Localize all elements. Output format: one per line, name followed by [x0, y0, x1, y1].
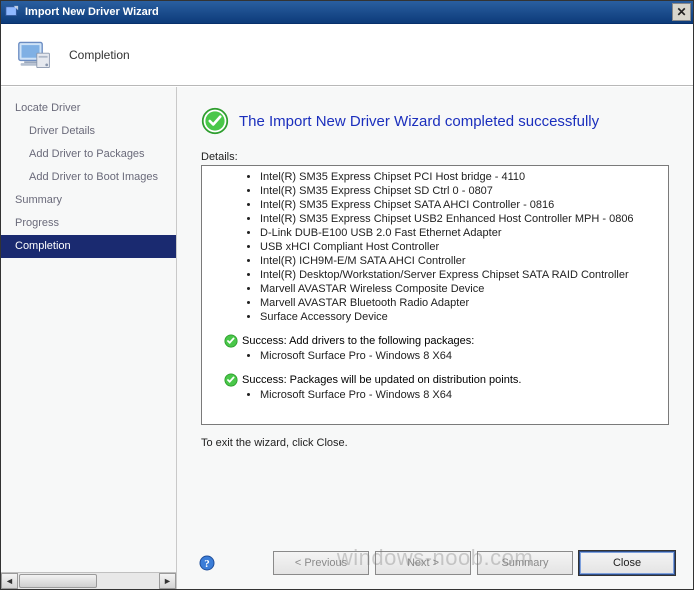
main-area: Locate Driver Driver Details Add Driver …	[1, 86, 693, 589]
close-button[interactable]: Close	[579, 551, 675, 575]
scroll-thumb[interactable]	[19, 574, 97, 588]
sidebar-scrollbar[interactable]: ◄ ►	[1, 572, 176, 589]
list-item: Intel(R) SM35 Express Chipset PCI Host b…	[260, 170, 666, 184]
help-icon[interactable]: ?	[199, 555, 215, 571]
driver-list: Intel(R) SM35 Express Chipset PCI Host b…	[204, 170, 666, 324]
success-check-icon	[201, 107, 229, 135]
sidebar-item-locate-driver[interactable]: Locate Driver	[1, 97, 176, 120]
list-item: Intel(R) Desktop/Workstation/Server Expr…	[260, 268, 666, 282]
list-item: Surface Accessory Device	[260, 310, 666, 324]
sidebar-item-label: Progress	[15, 217, 59, 229]
sidebar-item-label: Locate Driver	[15, 102, 80, 114]
status-row: Success: Packages will be updated on dis…	[224, 373, 666, 387]
wizard-header: Completion	[1, 24, 693, 86]
success-message: The Import New Driver Wizard completed s…	[239, 113, 599, 130]
wizard-content: The Import New Driver Wizard completed s…	[177, 87, 693, 589]
sidebar-item-completion[interactable]: Completion	[1, 235, 176, 258]
details-label: Details:	[201, 151, 669, 163]
wizard-title-icon	[5, 5, 19, 19]
close-icon: ✕	[676, 1, 686, 24]
sidebar-item-progress[interactable]: Progress	[1, 212, 176, 235]
previous-button: < Previous	[273, 551, 369, 575]
status-section-1: Success: Add drivers to the following pa…	[204, 334, 666, 363]
success-check-icon	[224, 334, 238, 348]
list-item: Intel(R) ICH9M-E/M SATA AHCI Controller	[260, 254, 666, 268]
list-item: Intel(R) SM35 Express Chipset USB2 Enhan…	[260, 212, 666, 226]
status-text: Success: Add drivers to the following pa…	[242, 335, 474, 347]
exit-instruction: To exit the wizard, click Close.	[201, 437, 669, 449]
list-item: Marvell AVASTAR Bluetooth Radio Adapter	[260, 296, 666, 310]
sidebar-item-add-to-packages[interactable]: Add Driver to Packages	[1, 143, 176, 166]
scroll-right-arrow-icon[interactable]: ►	[159, 573, 176, 589]
status-sub-list: Microsoft Surface Pro - Windows 8 X64	[224, 388, 666, 402]
svg-text:?: ?	[204, 558, 210, 570]
success-header: The Import New Driver Wizard completed s…	[201, 107, 669, 135]
sidebar-item-driver-details[interactable]: Driver Details	[1, 120, 176, 143]
list-item: Microsoft Surface Pro - Windows 8 X64	[260, 388, 666, 402]
status-row: Success: Add drivers to the following pa…	[224, 334, 666, 348]
list-item: USB xHCI Compliant Host Controller	[260, 240, 666, 254]
sidebar-item-label: Add Driver to Boot Images	[29, 171, 158, 183]
summary-button: Summary	[477, 551, 573, 575]
wizard-sidebar: Locate Driver Driver Details Add Driver …	[1, 87, 177, 589]
list-item: Intel(R) SM35 Express Chipset SATA AHCI …	[260, 198, 666, 212]
success-check-icon	[224, 373, 238, 387]
sidebar-item-label: Completion	[15, 240, 71, 252]
title-bar: Import New Driver Wizard ✕	[1, 1, 693, 24]
list-item: Marvell AVASTAR Wireless Composite Devic…	[260, 282, 666, 296]
list-item: Intel(R) SM35 Express Chipset SD Ctrl 0 …	[260, 184, 666, 198]
list-item: D-Link DUB-E100 USB 2.0 Fast Ethernet Ad…	[260, 226, 666, 240]
sidebar-item-label: Add Driver to Packages	[29, 148, 145, 160]
next-button: Next >	[375, 551, 471, 575]
window-close-button[interactable]: ✕	[672, 3, 691, 21]
monitor-icon	[17, 37, 53, 73]
sidebar-item-summary[interactable]: Summary	[1, 189, 176, 212]
status-section-2: Success: Packages will be updated on dis…	[204, 373, 666, 402]
sidebar-item-label: Driver Details	[29, 125, 95, 137]
status-sub-list: Microsoft Surface Pro - Windows 8 X64	[224, 349, 666, 363]
sidebar-item-add-to-boot-images[interactable]: Add Driver to Boot Images	[1, 166, 176, 189]
list-item: Microsoft Surface Pro - Windows 8 X64	[260, 349, 666, 363]
details-box[interactable]: Intel(R) SM35 Express Chipset PCI Host b…	[201, 165, 669, 425]
scroll-track[interactable]	[18, 573, 159, 589]
page-title: Completion	[69, 48, 130, 62]
scroll-left-arrow-icon[interactable]: ◄	[1, 573, 18, 589]
status-text: Success: Packages will be updated on dis…	[242, 374, 521, 386]
sidebar-item-label: Summary	[15, 194, 62, 206]
wizard-button-row: ? < Previous Next > Summary Close	[199, 551, 675, 575]
window-title: Import New Driver Wizard	[25, 6, 159, 18]
